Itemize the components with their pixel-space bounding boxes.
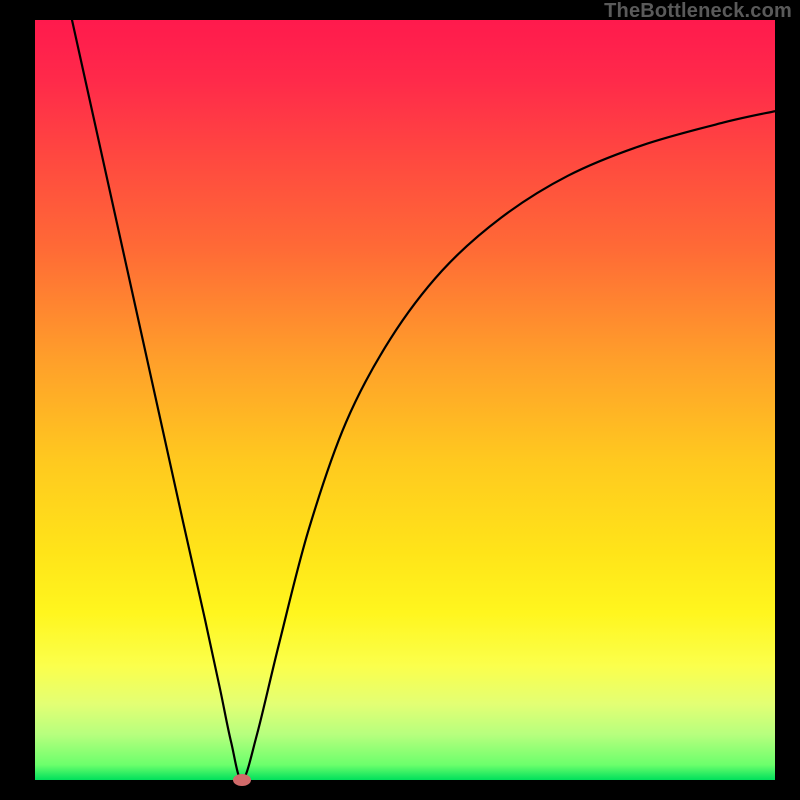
chart-frame: TheBottleneck.com: [0, 0, 800, 800]
bottleneck-curve: [72, 20, 775, 780]
plot-area: [35, 20, 775, 780]
curve-svg: [35, 20, 775, 780]
min-marker: [233, 774, 251, 786]
